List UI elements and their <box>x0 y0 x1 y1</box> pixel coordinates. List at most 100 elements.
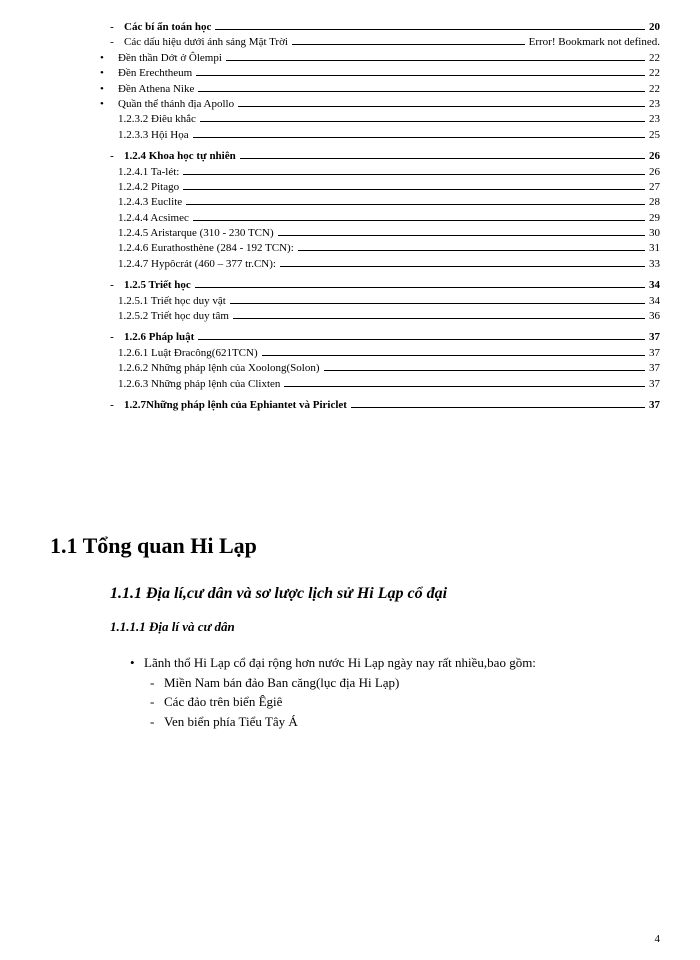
toc-leader <box>278 235 645 236</box>
toc-leader <box>186 204 645 205</box>
toc-entry: -Các dấu hiệu dưới ánh sáng Mặt TrờiErro… <box>60 35 660 50</box>
list-item-text: Miền Nam bán đảo Ban căng(lục địa Hi Lạp… <box>164 673 399 693</box>
toc-page: 25 <box>649 128 660 143</box>
toc-leader <box>215 29 645 30</box>
list-item: -Ven biển phía Tiểu Tây Á <box>150 712 660 732</box>
list-item: -Miền Nam bán đảo Ban căng(lục địa Hi Lạ… <box>150 673 660 693</box>
toc-label: 1.2.7Những pháp lệnh của Ephiantet và Pi… <box>124 398 347 413</box>
toc-page: 23 <box>649 97 660 112</box>
toc-leader <box>200 121 645 122</box>
heading-1: 1.1 Tổng quan Hi Lạp <box>50 533 660 559</box>
toc-page: 26 <box>649 165 660 180</box>
toc-page: 22 <box>649 51 660 66</box>
toc-label: 1.2.5.1 Triết học duy vật <box>118 294 226 309</box>
toc-page: 33 <box>649 257 660 272</box>
dash-icon: - <box>100 20 124 35</box>
toc-entry: •Đền Erechtheum 22 <box>60 66 660 81</box>
toc-leader <box>351 407 645 408</box>
dash-icon: - <box>150 712 164 732</box>
heading-2: 1.1.1 Địa lí,cư dân và sơ lược lịch sử H… <box>110 585 660 603</box>
toc-label: 1.2.3.2 Điêu khắc <box>118 112 196 127</box>
toc-entry: 1.2.4.7 Hypôcrát (460 – 377 tr.CN): 33 <box>60 257 660 272</box>
dash-icon: - <box>150 692 164 712</box>
toc-entry: 1.2.4.4 Acsimec29 <box>60 211 660 226</box>
toc-page: 34 <box>649 278 660 293</box>
toc-entry: -1.2.5 Triết học 34 <box>60 278 660 293</box>
bullet-disc-icon: • <box>100 97 118 112</box>
toc-label: Đền thần Dớt ở Ôlempi <box>118 51 222 66</box>
toc-label: 1.2.6.3 Những pháp lệnh của Clixten <box>118 377 280 392</box>
heading-3: 1.1.1.1 Địa lí và cư dân <box>110 619 660 635</box>
dash-icon: - <box>100 278 124 293</box>
toc-leader <box>196 75 645 76</box>
toc-label: 1.2.6.2 Những pháp lệnh của Xoolong(Solo… <box>118 361 320 376</box>
toc-entry: 1.2.4.3 Euclite 28 <box>60 195 660 210</box>
toc-entry: 1.2.6.2 Những pháp lệnh của Xoolong(Solo… <box>60 361 660 376</box>
toc-leader <box>193 220 645 221</box>
toc-label: 1.2.4.4 Acsimec <box>118 211 189 226</box>
bullet-disc-icon: • <box>130 653 144 673</box>
toc-entry: 1.2.4.6 Eurathosthène (284 - 192 TCN): 31 <box>60 241 660 256</box>
toc-entry: 1.2.4.5 Aristarque (310 - 230 TCN) 30 <box>60 226 660 241</box>
toc-page: 26 <box>649 149 660 164</box>
toc-page: 22 <box>649 82 660 97</box>
toc-label: 1.2.4.3 Euclite <box>118 195 182 210</box>
page-number: 4 <box>655 933 661 945</box>
toc-label: 1.2.5 Triết học <box>124 278 191 293</box>
toc-label: Đền Erechtheum <box>118 66 192 81</box>
toc-leader <box>183 189 645 190</box>
toc-leader <box>262 355 645 356</box>
content-section: 1.1 Tổng quan Hi Lạp 1.1.1 Địa lí,cư dân… <box>40 533 660 731</box>
toc-label: 1.2.4.5 Aristarque (310 - 230 TCN) <box>118 226 274 241</box>
toc-page: Error! Bookmark not defined. <box>529 35 660 50</box>
toc-page: 31 <box>649 241 660 256</box>
toc-label: 1.2.6.1 Luật Đracông(621TCN) <box>118 346 258 361</box>
toc-leader <box>198 91 645 92</box>
toc-page: 22 <box>649 66 660 81</box>
dash-icon: - <box>150 673 164 693</box>
bullet-disc-icon: • <box>100 66 118 81</box>
toc-entry: 1.2.5.2 Triết học duy tâm 36 <box>60 309 660 324</box>
body-list: • Lãnh thổ Hi Lạp cổ đại rộng hơn nước H… <box>130 653 660 731</box>
toc-label: Quần thể thánh địa Apollo <box>118 97 234 112</box>
toc-leader <box>240 158 645 159</box>
toc-leader <box>198 339 645 340</box>
table-of-contents: -Các bí ẩn toán học20-Các dấu hiệu dưới … <box>40 20 660 413</box>
toc-page: 37 <box>649 398 660 413</box>
toc-entry: •Đền Athena Nike22 <box>60 82 660 97</box>
toc-entry: •Đền thần Dớt ở Ôlempi 22 <box>60 51 660 66</box>
toc-entry: 1.2.4.2 Pitago27 <box>60 180 660 195</box>
toc-page: 20 <box>649 20 660 35</box>
toc-page: 37 <box>649 361 660 376</box>
toc-entry: 1.2.3.2 Điêu khắc23 <box>60 112 660 127</box>
toc-entry: -1.2.7Những pháp lệnh của Ephiantet và P… <box>60 398 660 413</box>
toc-entry: 1.2.5.1 Triết học duy vật34 <box>60 294 660 309</box>
bullet-disc-icon: • <box>100 82 118 97</box>
toc-leader <box>230 303 645 304</box>
toc-label: Các dấu hiệu dưới ánh sáng Mặt Trời <box>124 35 288 50</box>
toc-label: 1.2.4.1 Ta-lét: <box>118 165 179 180</box>
toc-page: 36 <box>649 309 660 324</box>
dash-icon: - <box>100 398 124 413</box>
toc-entry: 1.2.6.3 Những pháp lệnh của Clixten37 <box>60 377 660 392</box>
toc-leader <box>193 137 645 138</box>
toc-page: 28 <box>649 195 660 210</box>
toc-leader <box>226 60 645 61</box>
toc-label: 1.2.4 Khoa học tự nhiên <box>124 149 236 164</box>
toc-label: 1.2.3.3 Hội Họa <box>118 128 189 143</box>
toc-label: 1.2.4.6 Eurathosthène (284 - 192 TCN): <box>118 241 294 256</box>
toc-entry: 1.2.3.3 Hội Họa 25 <box>60 128 660 143</box>
toc-leader <box>195 287 645 288</box>
toc-entry: 1.2.6.1 Luật Đracông(621TCN)37 <box>60 346 660 361</box>
toc-entry: 1.2.4.1 Ta-lét: 26 <box>60 165 660 180</box>
toc-page: 27 <box>649 180 660 195</box>
toc-label: 1.2.4.7 Hypôcrát (460 – 377 tr.CN): <box>118 257 276 272</box>
bullet-disc-icon: • <box>100 51 118 66</box>
toc-page: 30 <box>649 226 660 241</box>
list-item-text: Lãnh thổ Hi Lạp cổ đại rộng hơn nước Hi … <box>144 653 536 673</box>
dash-icon: - <box>100 330 124 345</box>
list-item: -Các đảo trên biển Êgiê <box>150 692 660 712</box>
toc-leader <box>238 106 645 107</box>
toc-entry: •Quần thể thánh địa Apollo 23 <box>60 97 660 112</box>
toc-label: 1.2.5.2 Triết học duy tâm <box>118 309 229 324</box>
